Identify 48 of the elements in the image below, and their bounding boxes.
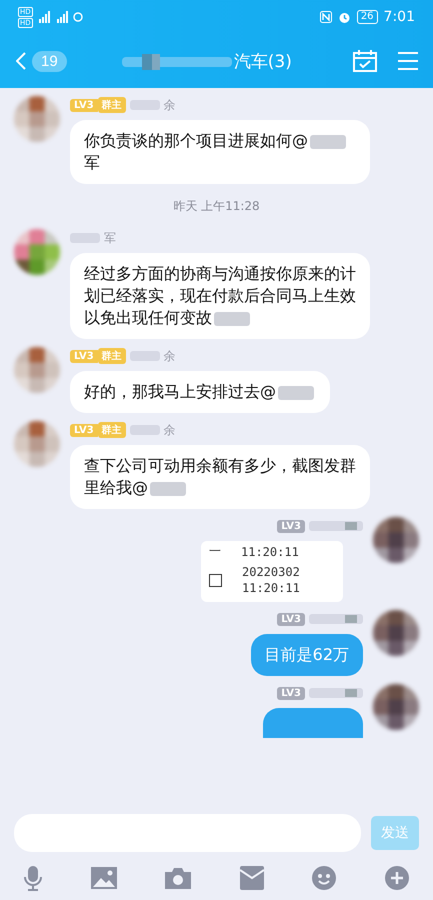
nfc-icon xyxy=(320,11,332,23)
timestamp: 昨天 上午11:28 xyxy=(173,198,260,215)
sender-name: 余 xyxy=(164,422,176,438)
image-icon[interactable] xyxy=(90,867,117,889)
blurred-text-drawing xyxy=(309,686,363,700)
date-time-text: 11:20:11 xyxy=(241,544,299,560)
member-badge: LV3 xyxy=(70,424,98,436)
camera-icon[interactable] xyxy=(165,867,192,889)
checkbox-icon xyxy=(209,574,222,586)
member-badge: LV3 xyxy=(70,350,98,362)
date-time-text: 20220302 11:20:11 xyxy=(242,564,300,596)
signal-icon xyxy=(38,11,85,23)
sender-name: 余 xyxy=(164,96,176,114)
avatar xyxy=(373,517,419,563)
member-badge: 群主 xyxy=(98,348,126,364)
message-bubble[interactable]: 你负责谈的那个项目进展如何@ 军 xyxy=(70,120,370,184)
dash-mark: 一 xyxy=(209,543,221,560)
member-badge: LV3 xyxy=(277,686,305,700)
member-badge: 群主 xyxy=(98,97,126,113)
member-badge: LV3 xyxy=(277,612,305,626)
message-bubble[interactable]: 查下公司可动用余额有多少，截图发群里给我@ xyxy=(70,445,370,509)
message-bubble[interactable]: 好的，那我马上安排过去@ xyxy=(70,371,330,413)
message-bubble[interactable]: 经过多方面的协商与沟通按你原来的计划已经落实，现在付款后合同马上生效以免出现任何变故 xyxy=(70,253,370,339)
blurred-text-drawing xyxy=(309,519,363,533)
avatar xyxy=(14,421,60,467)
menu-icon[interactable] xyxy=(397,51,419,71)
message-bubble[interactable] xyxy=(263,708,363,738)
avatar xyxy=(373,684,419,730)
envelope-icon[interactable] xyxy=(240,866,264,890)
chat-title: 汽车(3) xyxy=(234,50,292,72)
alarm-icon xyxy=(338,10,351,24)
calendar-icon[interactable] xyxy=(353,50,377,72)
sender-name: 余 xyxy=(164,348,176,364)
avatar xyxy=(14,96,60,142)
member-badge: LV3 xyxy=(70,98,98,112)
avatar xyxy=(14,229,60,275)
battery-level: 26 xyxy=(356,10,378,24)
avatar xyxy=(14,347,60,393)
member-badge: 群主 xyxy=(98,422,126,438)
avatar xyxy=(373,610,419,656)
blurred-text-drawing xyxy=(309,612,363,626)
image-message[interactable]: 一 11:20:11 20220302 11:20:11 xyxy=(201,541,343,602)
microphone-icon[interactable] xyxy=(24,865,42,891)
member-badge: LV3 xyxy=(277,520,305,532)
sender-name: 军 xyxy=(104,230,116,246)
emoji-icon[interactable] xyxy=(312,866,336,890)
clock-time: 7:01 xyxy=(384,9,415,25)
plus-icon[interactable] xyxy=(384,866,409,890)
